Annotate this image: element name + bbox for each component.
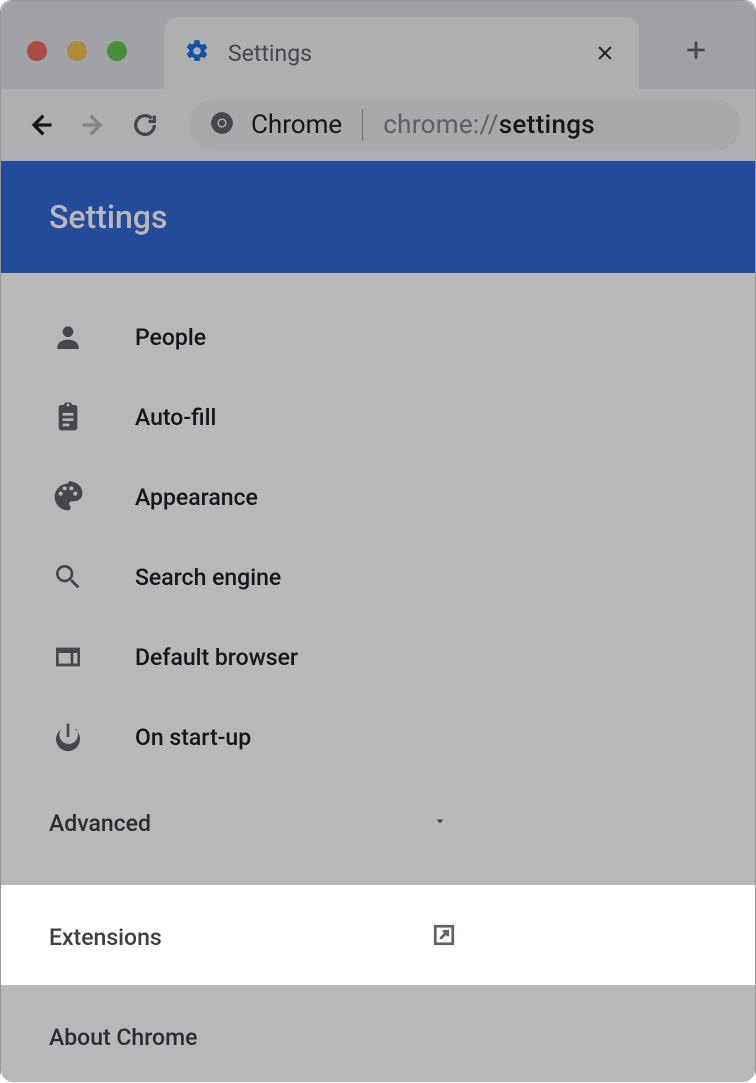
browser-icon xyxy=(51,641,85,673)
tab-title: Settings xyxy=(228,40,312,67)
gear-icon xyxy=(184,38,210,68)
sidebar-item-label: Appearance xyxy=(135,484,258,511)
omnibox-divider xyxy=(362,109,363,141)
forward-button[interactable] xyxy=(67,99,119,151)
palette-icon xyxy=(51,481,85,513)
reload-button[interactable] xyxy=(119,99,171,151)
sidebar-item-label: On start-up xyxy=(135,724,251,751)
sidebar-item-label: People xyxy=(135,324,206,351)
zoom-window-button[interactable] xyxy=(107,41,127,61)
url-path: settings xyxy=(499,110,595,140)
person-icon xyxy=(51,321,85,353)
traffic-lights xyxy=(27,41,127,61)
minimize-window-button[interactable] xyxy=(67,41,87,61)
close-tab-button[interactable] xyxy=(593,41,617,65)
sidebar-item-about-chrome[interactable]: About Chrome xyxy=(1,987,755,1083)
sidebar-item-people[interactable]: People xyxy=(1,297,755,377)
new-tab-button[interactable] xyxy=(681,35,711,65)
settings-sidebar: People Auto-fill Appearance Search engin… xyxy=(1,273,755,1083)
sidebar-item-appearance[interactable]: Appearance xyxy=(1,457,755,537)
url-scheme: chrome:// xyxy=(383,110,499,140)
sidebar-item-autofill[interactable]: Auto-fill xyxy=(1,377,755,457)
sidebar-item-label: Default browser xyxy=(135,644,298,671)
sidebar-item-on-startup[interactable]: On start-up xyxy=(1,697,755,777)
window-titlebar: Settings xyxy=(1,1,755,89)
sidebar-secondary: Extensions About Chrome xyxy=(1,887,755,1083)
browser-toolbar: Chrome chrome://settings xyxy=(1,89,755,161)
omnibox-url: chrome://settings xyxy=(383,110,595,140)
omnibox-prefix: Chrome xyxy=(251,110,342,140)
close-window-button[interactable] xyxy=(27,41,47,61)
sidebar-item-label: Search engine xyxy=(135,564,281,591)
page-title: Settings xyxy=(49,198,167,236)
about-label: About Chrome xyxy=(49,1024,197,1051)
browser-tab-settings[interactable]: Settings xyxy=(164,17,639,89)
chrome-icon xyxy=(209,110,235,140)
sidebar-item-advanced[interactable]: Advanced xyxy=(1,783,755,863)
sidebar-item-label: Auto-fill xyxy=(135,404,216,431)
advanced-label: Advanced xyxy=(49,810,151,837)
open-external-icon xyxy=(429,920,459,954)
sidebar-item-default-browser[interactable]: Default browser xyxy=(1,617,755,697)
back-button[interactable] xyxy=(15,99,67,151)
clipboard-icon xyxy=(51,401,85,433)
address-bar[interactable]: Chrome chrome://settings xyxy=(189,99,741,151)
extensions-label: Extensions xyxy=(49,924,162,951)
settings-header: Settings xyxy=(1,161,755,273)
search-icon xyxy=(51,561,85,593)
sidebar-item-extensions[interactable]: Extensions xyxy=(1,887,755,987)
sidebar-item-search-engine[interactable]: Search engine xyxy=(1,537,755,617)
chevron-down-icon xyxy=(431,812,449,834)
power-icon xyxy=(51,721,85,753)
